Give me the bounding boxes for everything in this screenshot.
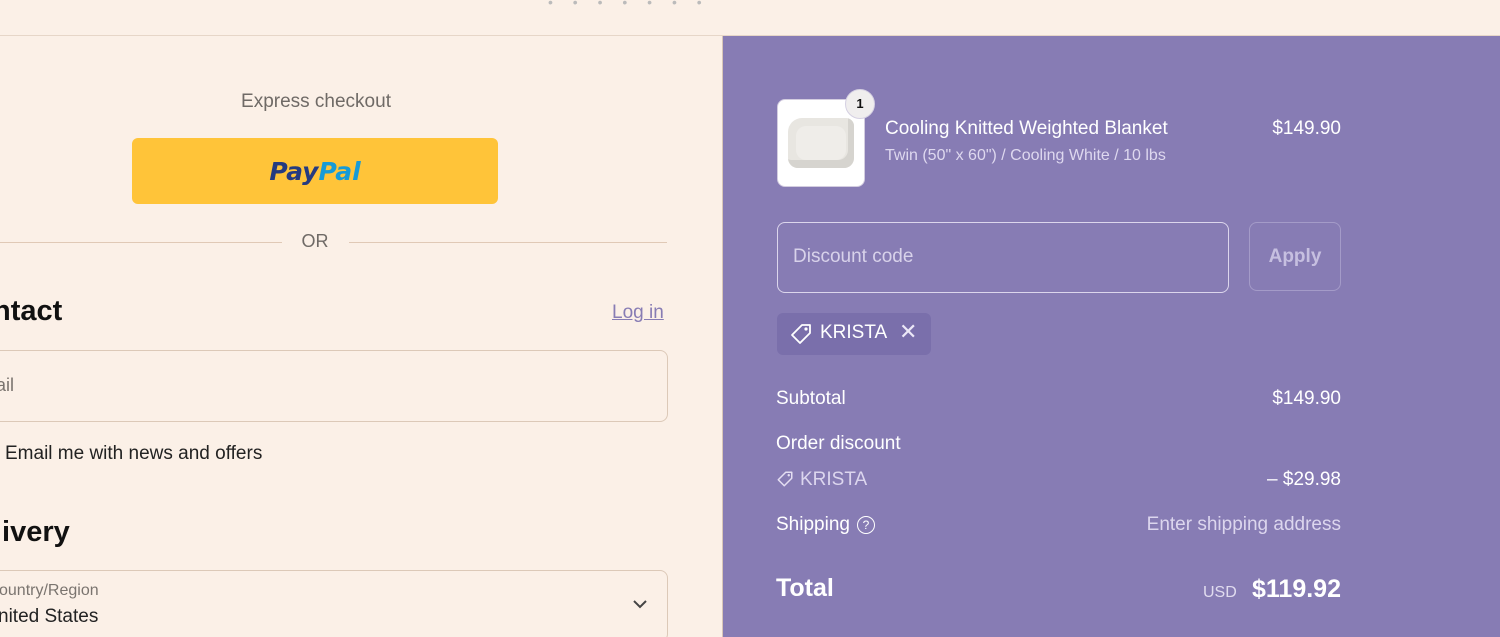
product-variant: Twin (50" x 60") / Cooling White / 10 lb… [885, 147, 1166, 164]
contact-heading: ntact [0, 295, 63, 327]
or-separator: OR [301, 231, 329, 251]
applied-discount-chip: KRISTA ✕ [777, 313, 931, 355]
apply-button[interactable]: Apply [1249, 222, 1341, 291]
tag-icon [776, 470, 794, 494]
country-value: nited States [0, 606, 99, 627]
product-name: Cooling Knitted Weighted Blanket [885, 118, 1168, 139]
shipping-value: Enter shipping address [1146, 514, 1341, 535]
paypal-button[interactable]: Pay Pal [132, 138, 498, 204]
top-bar: • • • • • • • [0, 0, 1500, 36]
checkout-form: Express checkout Pay Pal OR ntact Log in … [0, 36, 722, 637]
delivery-heading: livery [0, 516, 70, 548]
blanket-fold [796, 126, 846, 160]
discount-value: – $29.98 [1267, 469, 1341, 490]
subtotal-label: Subtotal [776, 388, 846, 409]
total-value: $119.92 [1252, 575, 1341, 603]
remove-discount-icon[interactable]: ✕ [899, 319, 917, 345]
quantity-badge: 1 [845, 89, 875, 119]
shipping-label: Shipping [776, 514, 850, 535]
email-field[interactable]: nail [0, 350, 668, 422]
news-offers-label[interactable]: Email me with news and offers [5, 443, 262, 465]
order-summary: 1 Cooling Knitted Weighted Blanket Twin … [722, 36, 1500, 637]
login-link[interactable]: Log in [612, 302, 664, 324]
shipping-row: Shipping? [776, 514, 875, 536]
step-indicator: • • • • • • • [548, 0, 710, 10]
discount-code-input[interactable]: Discount code [777, 222, 1229, 293]
chevron-down-icon [633, 593, 647, 614]
tag-icon [789, 322, 813, 351]
total-label: Total [776, 574, 834, 602]
help-icon[interactable]: ? [856, 516, 875, 534]
subtotal-value: $149.90 [1272, 388, 1341, 409]
divider-right [349, 242, 667, 243]
country-label: ountry/Region [0, 582, 99, 599]
applied-code: KRISTA [820, 322, 888, 343]
express-checkout-label: Express checkout [241, 91, 391, 112]
order-discount-label: Order discount [776, 433, 901, 454]
discount-placeholder: Discount code [793, 246, 914, 267]
discount-code: KRISTA [800, 469, 868, 490]
paypal-logo-pal: Pal [318, 156, 361, 186]
product-price: $149.90 [1272, 118, 1341, 139]
country-select[interactable]: ountry/Region nited States [0, 570, 668, 637]
divider-left [0, 242, 282, 243]
discount-code-row: KRISTA [776, 469, 867, 494]
paypal-logo-pay: Pay [269, 156, 319, 186]
email-placeholder: nail [0, 375, 15, 395]
